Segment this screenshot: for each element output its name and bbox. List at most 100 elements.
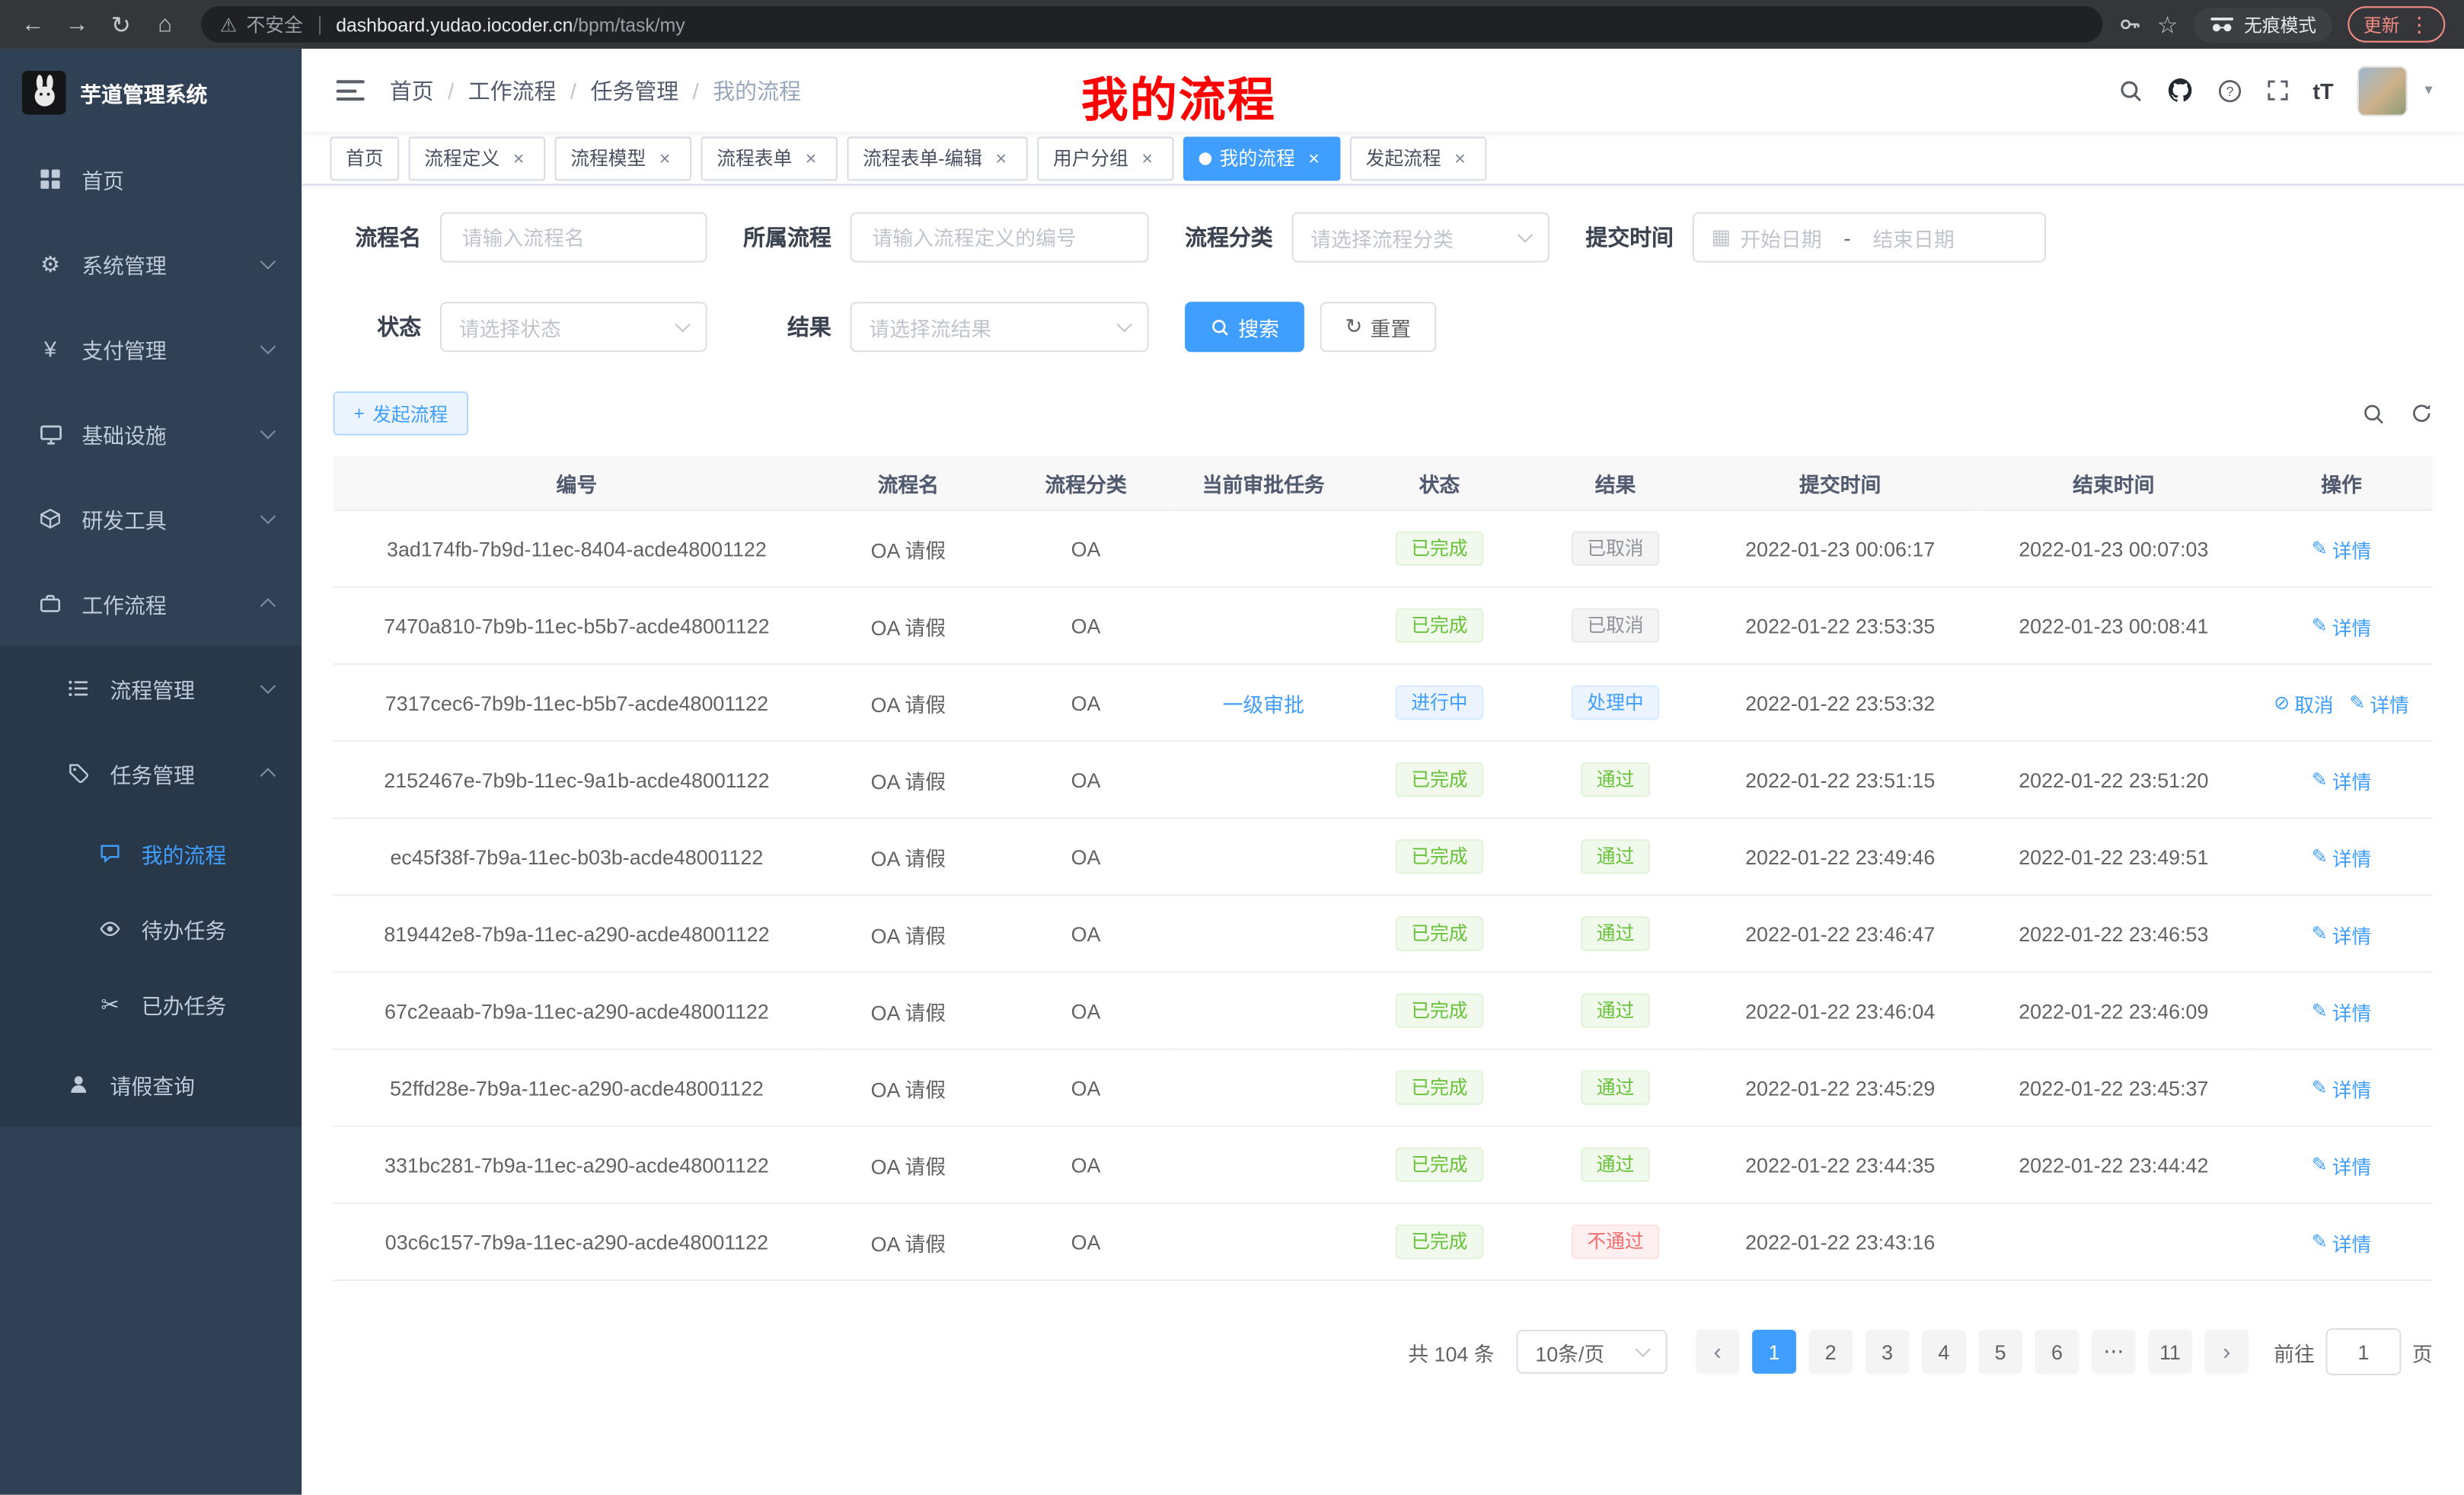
page-button-5[interactable]: 5 — [1978, 1330, 2022, 1374]
question-icon[interactable]: ? — [2217, 78, 2242, 103]
detail-link[interactable]: ✎详情 — [2312, 842, 2372, 871]
close-icon[interactable]: × — [508, 147, 530, 169]
sidebar-item-process-management[interactable]: 流程管理 — [0, 646, 302, 730]
parent-process-input[interactable] — [869, 224, 1130, 251]
cancel-link[interactable]: ⊘取消 — [2274, 688, 2334, 717]
detail-link[interactable]: ✎详情 — [2312, 1073, 2372, 1103]
close-icon[interactable]: × — [800, 147, 822, 169]
search-icon[interactable] — [2118, 78, 2143, 103]
breadcrumb-item[interactable]: 任务管理 — [591, 75, 679, 106]
detail-link[interactable]: ✎详情 — [2349, 688, 2409, 717]
detail-link[interactable]: ✎详情 — [2312, 1227, 2372, 1257]
cell-name: OA 请假 — [820, 664, 996, 741]
detail-label: 详情 — [2332, 918, 2372, 948]
category-select[interactable]: 请选择流程分类 — [1291, 212, 1549, 263]
sidebar-item-leave-query[interactable]: 请假查询 — [0, 1042, 302, 1126]
page-button-11[interactable]: 11 — [2148, 1330, 2192, 1374]
reload-icon[interactable]: ↻ — [101, 4, 142, 45]
tab-my-process[interactable]: 我的流程× — [1183, 136, 1340, 180]
detail-link[interactable]: ✎详情 — [2312, 995, 2372, 1025]
start-date-placeholder: 开始日期 — [1740, 222, 1821, 252]
cell-end-time: 2022-01-23 00:08:41 — [1977, 587, 2250, 664]
submit-time-label: 提交时间 — [1585, 222, 1674, 253]
back-icon[interactable]: ← — [13, 4, 54, 45]
forward-icon[interactable]: → — [56, 4, 97, 45]
page-button-6[interactable]: 6 — [2035, 1330, 2079, 1374]
more-pages-button[interactable]: ⋯ — [2092, 1330, 2136, 1374]
sidebar-item-system[interactable]: ⚙ 系统管理 — [0, 222, 302, 306]
tab-process-form[interactable]: 流程表单× — [701, 136, 838, 180]
sidebar-item-workflow[interactable]: 工作流程 — [0, 561, 302, 646]
page-size-select[interactable]: 10条/页 — [1517, 1330, 1668, 1374]
breadcrumb-item[interactable]: 首页 — [390, 75, 434, 106]
home-icon[interactable]: ⌂ — [145, 4, 186, 45]
table-row: 2152467e-7b9b-11ec-9a1b-acde48001122 OA … — [334, 741, 2433, 818]
sidebar-item-done-tasks[interactable]: ✂ 已办任务 — [0, 966, 302, 1042]
prev-page-button[interactable]: ‹ — [1696, 1330, 1740, 1374]
sidebar-item-my-process[interactable]: 我的流程 — [0, 816, 302, 891]
sidebar-item-infrastructure[interactable]: 基础设施 — [0, 391, 302, 476]
detail-link[interactable]: ✎详情 — [2312, 765, 2372, 794]
sidebar-item-task-management[interactable]: 任务管理 — [0, 731, 302, 816]
next-page-button[interactable]: › — [2204, 1330, 2249, 1374]
sidebar-item-home[interactable]: 首页 — [0, 137, 302, 222]
close-icon[interactable]: × — [1136, 147, 1158, 169]
sidebar-item-devtools[interactable]: 研发工具 — [0, 476, 302, 561]
status-label: 状态 — [334, 311, 422, 343]
detail-link[interactable]: ✎详情 — [2312, 534, 2372, 564]
page-button-3[interactable]: 3 — [1866, 1330, 1910, 1374]
goto-page-input[interactable] — [2325, 1328, 2401, 1375]
cell-name: OA 请假 — [820, 1049, 996, 1126]
page-button-4[interactable]: 4 — [1922, 1330, 1966, 1374]
tab-start-process[interactable]: 发起流程× — [1350, 136, 1487, 180]
search-button[interactable]: 搜索 — [1185, 302, 1304, 352]
close-icon[interactable]: × — [990, 147, 1012, 169]
date-range-picker[interactable]: ▦ 开始日期 - 结束日期 — [1693, 212, 2046, 263]
breadcrumb-item[interactable]: 工作流程 — [468, 75, 557, 106]
cell-id: 3ad174fb-7b9d-11ec-8404-acde48001122 — [334, 510, 821, 587]
process-name-input[interactable] — [459, 224, 688, 251]
cell-end-time — [1977, 664, 2250, 741]
fullscreen-icon[interactable] — [2265, 78, 2289, 102]
address-bar[interactable]: ⚠ 不安全 dashboard.yudao.iocoder.cn/bpm/tas… — [201, 6, 2102, 42]
github-icon[interactable] — [2166, 77, 2193, 104]
reset-button[interactable]: ↻ 重置 — [1320, 302, 1437, 352]
process-table: 编号 流程名 流程分类 当前审批任务 状态 结果 提交时间 结束时间 操作 3a… — [334, 456, 2433, 1281]
update-button[interactable]: 更新 ⋮ — [2348, 6, 2445, 42]
status-select[interactable]: 请选择状态 — [440, 302, 707, 352]
cell-submit-time: 2022-01-22 23:53:32 — [1703, 664, 1977, 741]
key-icon[interactable] — [2118, 13, 2141, 37]
detail-link[interactable]: ✎详情 — [2312, 1150, 2372, 1180]
page-button-2[interactable]: 2 — [1808, 1330, 1853, 1374]
tab-process-model[interactable]: 流程模型× — [555, 136, 692, 180]
tab-user-group[interactable]: 用户分组× — [1037, 136, 1174, 180]
detail-label: 详情 — [2332, 611, 2372, 640]
caret-down-icon[interactable]: ▾ — [2424, 81, 2432, 99]
close-icon[interactable]: × — [654, 147, 676, 169]
font-size-icon[interactable]: tT — [2312, 78, 2333, 103]
close-icon[interactable]: × — [1449, 147, 1471, 169]
current-task-link[interactable]: 一级审批 — [1223, 692, 1304, 716]
close-icon[interactable]: × — [1303, 147, 1325, 169]
tab-process-definition[interactable]: 流程定义× — [409, 136, 546, 180]
detail-link[interactable]: ✎详情 — [2312, 918, 2372, 948]
avatar[interactable] — [2357, 65, 2408, 116]
page-button-1[interactable]: 1 — [1752, 1330, 1796, 1374]
sidebar-item-label: 流程管理 — [110, 672, 194, 704]
sidebar-item-todo-tasks[interactable]: 待办任务 — [0, 891, 302, 966]
tab-process-form-edit[interactable]: 流程表单-编辑× — [847, 136, 1028, 180]
refresh-icon[interactable] — [2411, 402, 2433, 424]
detail-link[interactable]: ✎详情 — [2312, 611, 2372, 640]
cell-submit-time: 2022-01-23 00:06:17 — [1703, 510, 1977, 587]
toggle-search-icon[interactable] — [2362, 401, 2386, 425]
hamburger-menu-icon[interactable] — [337, 80, 365, 101]
bookmark-star-icon[interactable]: ☆ — [2157, 10, 2178, 38]
app-logo-block[interactable]: 芋道管理系统 — [0, 49, 302, 137]
sidebar-item-payment[interactable]: ¥ 支付管理 — [0, 306, 302, 391]
result-select[interactable]: 请选择流结果 — [851, 302, 1149, 352]
cell-submit-time: 2022-01-22 23:51:15 — [1703, 741, 1977, 818]
tab-home[interactable]: 首页 — [330, 136, 399, 180]
browser-menu-icon[interactable]: ⋮ — [2409, 11, 2430, 37]
start-process-button[interactable]: + 发起流程 — [334, 391, 469, 436]
cell-end-time: 2022-01-22 23:46:09 — [1977, 972, 2250, 1049]
